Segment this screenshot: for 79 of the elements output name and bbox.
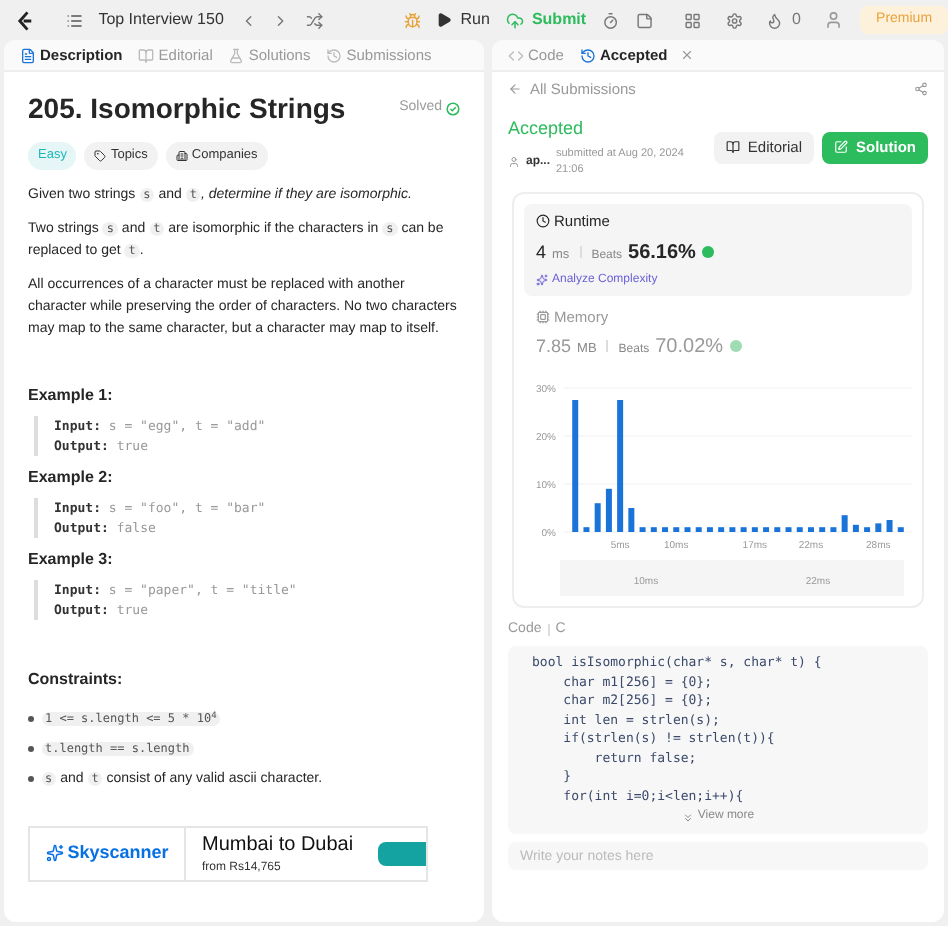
- flask-icon: [228, 47, 245, 63]
- note-icon[interactable]: [635, 11, 653, 29]
- edit-icon: [834, 140, 848, 155]
- histogram-bar: [819, 526, 826, 532]
- metric-value: 7.85: [536, 333, 572, 360]
- run-button[interactable]: Run: [436, 8, 490, 32]
- building-icon: [175, 149, 188, 162]
- history-icon: [579, 47, 596, 63]
- bullet-icon: [28, 746, 33, 751]
- tag-icon: [94, 149, 107, 162]
- histogram-bar: [706, 526, 713, 532]
- histogram-bar: [594, 502, 601, 532]
- constraints-title: Constraints:: [28, 667, 125, 692]
- histogram-bar: [864, 526, 871, 532]
- histogram-bar: [684, 526, 691, 532]
- history-icon: [326, 47, 343, 63]
- sparkle-icon: [536, 274, 548, 286]
- histogram-bar: [830, 526, 837, 532]
- beats-percent: 70.02%: [655, 333, 724, 362]
- brand-name: Skyscanner: [67, 840, 169, 866]
- histogram-bar: [605, 488, 612, 532]
- beats-percent: 56.16%: [628, 239, 696, 267]
- histogram-bar: [852, 524, 859, 532]
- histogram-bar: [650, 526, 657, 532]
- timer-icon[interactable]: [602, 11, 620, 29]
- histogram-bar: [628, 507, 635, 532]
- histogram-bar: [785, 526, 792, 532]
- upload-icon: [505, 11, 524, 29]
- ad-headline: Mumbai to Dubai: [202, 831, 356, 860]
- histogram-bar: [718, 526, 725, 532]
- grid-icon[interactable]: [684, 11, 702, 29]
- book-icon: [725, 140, 740, 155]
- user-avatar-icon: [508, 156, 520, 168]
- logo-icon[interactable]: [16, 9, 34, 31]
- metric-value: 4: [536, 239, 547, 265]
- histogram-bar: [572, 399, 579, 532]
- flame-icon[interactable]: [766, 11, 785, 29]
- bullet-icon: [28, 716, 33, 721]
- document-icon: [20, 47, 36, 63]
- histogram-bar: [841, 514, 848, 532]
- clock-icon: [536, 214, 550, 229]
- histogram-bar: [583, 526, 590, 532]
- histogram-bar: [695, 526, 702, 532]
- example-title: Example 2:: [28, 465, 115, 490]
- book-icon: [138, 47, 155, 63]
- histogram-bar: [897, 526, 904, 532]
- shuffle-icon[interactable]: [306, 11, 324, 29]
- histogram-bar: [662, 526, 669, 532]
- close-icon[interactable]: [679, 48, 694, 62]
- histogram-bar: [886, 519, 893, 532]
- histogram-bar: [729, 526, 736, 532]
- code-icon: [508, 47, 524, 63]
- histogram-bar: [639, 526, 646, 532]
- histogram-bar: [796, 526, 803, 532]
- histogram-bar: [875, 522, 882, 532]
- problem-list-title[interactable]: Top Interview 150: [98, 8, 224, 32]
- search-flights-button[interactable]: [378, 841, 426, 866]
- share-icon[interactable]: [914, 82, 928, 97]
- bullet-icon: [28, 776, 33, 781]
- submission-status: Accepted: [508, 116, 586, 143]
- settings-icon[interactable]: [725, 11, 743, 29]
- example-title: Example 1:: [28, 383, 115, 408]
- chip-icon: [536, 309, 550, 324]
- play-icon: [436, 12, 453, 28]
- list-icon: [65, 11, 83, 29]
- chevrons-down-icon: [681, 811, 694, 824]
- histogram-bar: [740, 526, 747, 532]
- avatar-icon[interactable]: [824, 10, 845, 30]
- histogram-bar: [751, 526, 758, 532]
- histogram-bar: [617, 399, 624, 532]
- check-circle-icon: [446, 102, 460, 116]
- histogram-bar: [673, 526, 680, 532]
- back-arrow-icon: [508, 82, 522, 97]
- histogram-bar: [774, 526, 781, 532]
- example-title: Example 3:: [28, 547, 115, 572]
- histogram-bar: [763, 526, 770, 532]
- streak-count: 0: [792, 8, 801, 32]
- problem-title: 205. Isomorphic Strings: [28, 90, 346, 128]
- histogram-bar: [807, 526, 814, 532]
